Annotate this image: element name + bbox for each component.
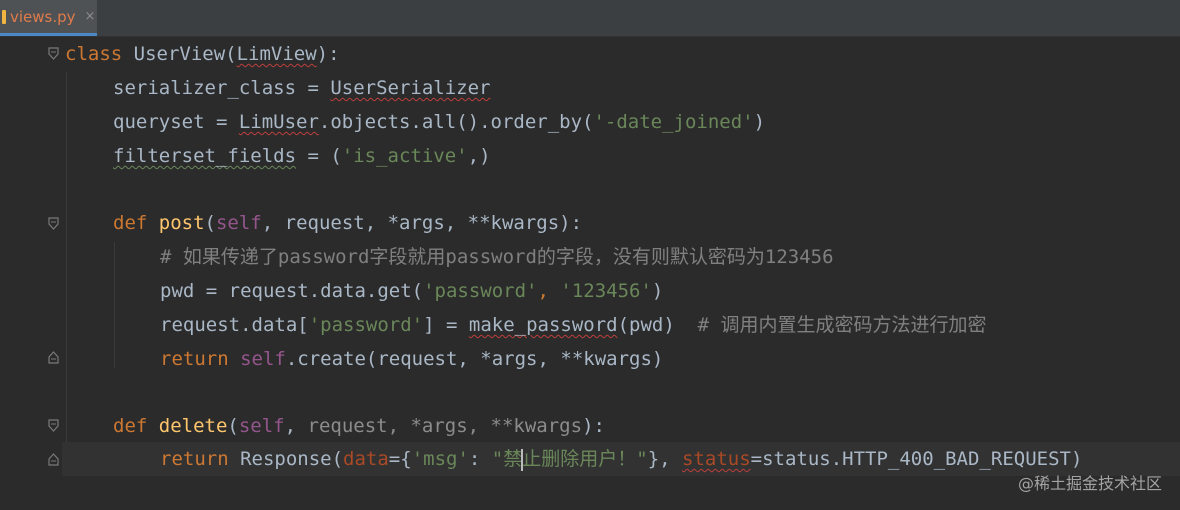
indent-guide [66,72,67,472]
close-tab-icon[interactable]: × [85,9,96,24]
base-class: LimView [236,43,317,65]
code-text: =status.HTTP_400_BAD_REQUEST) [750,448,1083,470]
code-text: ] = [423,314,469,336]
code-line-10[interactable]: return self.create(request, *args, **kwa… [160,346,663,372]
fold-collapse-icon[interactable] [48,47,59,60]
watermark: @稀土掘金技术社区 [1017,474,1162,493]
code-text: ,) [467,145,491,167]
code-line-6[interactable]: def post(self, request, *args, **kwargs)… [113,210,582,236]
class-ref: UserSerializer [330,77,491,99]
code-line-1[interactable]: class UserView(LimView): [65,41,340,67]
comment: # 如果传递了password字段就用password的字段，没有则默认密码为1… [160,246,834,268]
keyword: def [113,415,159,437]
code-line-3[interactable]: queryset = LimUser.objects.all().order_b… [113,109,765,135]
code-text: ( [227,415,239,437]
code-text: .create(request, *args, **kwargs) [285,348,664,370]
code-text: , request, *args, **kwargs): [261,212,583,234]
code-text: }, [647,448,683,470]
code-line-9[interactable]: request.data['password'] = make_password… [160,312,987,338]
string-literal: "禁 [491,448,523,470]
code-text: ): [582,415,605,437]
code-line-4[interactable]: filterset_fields = ('is_active',) [113,143,491,169]
string-literal: 'is_active' [341,145,468,167]
comment: # 调用内置生成密码方法进行加密 [697,314,987,336]
fold-collapse-icon[interactable] [48,217,59,230]
keyword: return [160,448,241,470]
code-line-8[interactable]: pwd = request.data.get('password', '1234… [160,278,663,304]
string-literal: 'password' [423,280,538,302]
unused-params: request, *args, **kwargs [307,415,583,437]
tab-views-py[interactable]: views.py × [0,0,97,36]
keyword-arg: status [682,448,751,470]
code-text: serializer_class = [113,77,331,99]
class-name: UserView( [133,43,237,65]
code-text: Response( [240,448,344,470]
code-text: queryset = [113,111,239,133]
code-text: request.data[ [160,314,309,336]
code-text: ) [651,280,664,302]
fold-end-icon[interactable] [48,453,59,466]
self-param: self [238,415,285,437]
code-text: ={ [388,448,412,470]
code-text: : [468,448,492,470]
code-line-2[interactable]: serializer_class = UserSerializer [113,75,491,101]
keyword: class [65,43,134,65]
keyword-arg: data [343,448,389,470]
keyword: return [160,348,241,370]
editor-tab-bar: views.py × [0,0,1180,37]
fold-end-icon[interactable] [48,351,59,364]
code-text: pwd = request.data.get( [160,280,424,302]
string-literal: '-date_joined' [593,111,754,133]
code-line-13[interactable]: return Response(data={'msg': "禁止删除用户！"},… [160,446,1082,472]
indent-guide [114,242,115,368]
code-text: ) [753,111,766,133]
code-text: .objects.all().order_by( [318,111,594,133]
tab-filename: views.py [10,7,76,26]
function-call: make_password [468,314,618,336]
code-line-12[interactable]: def delete(self, request, *args, **kwarg… [113,413,605,439]
code-text: , [284,415,308,437]
string-literal: 'msg' [411,448,469,470]
string-literal: 止删除用户！" [522,448,648,470]
python-file-icon [2,9,6,24]
string-literal: 'password' [308,314,424,336]
code-text: = ( [296,145,342,167]
code-text: filterset_fields [113,145,297,167]
code-text: ( [204,212,216,234]
keyword: def [113,212,159,234]
code-line-7[interactable]: # 如果传递了password字段就用password的字段，没有则默认密码为1… [160,244,834,270]
editor-gutter [0,37,62,510]
self-ref: self [240,348,286,370]
code-editor[interactable]: views.py × class UserView(LimView): seri… [0,0,1180,510]
function-name: delete [158,415,228,437]
function-name: post [158,212,205,234]
class-ref: LimUser [238,111,319,133]
string-literal: '123456' [560,280,652,302]
code-text: ): [316,43,340,65]
code-text: (pwd) [617,314,698,336]
fold-collapse-icon[interactable] [48,419,59,432]
self-param: self [215,212,262,234]
code-text: , [537,280,561,302]
